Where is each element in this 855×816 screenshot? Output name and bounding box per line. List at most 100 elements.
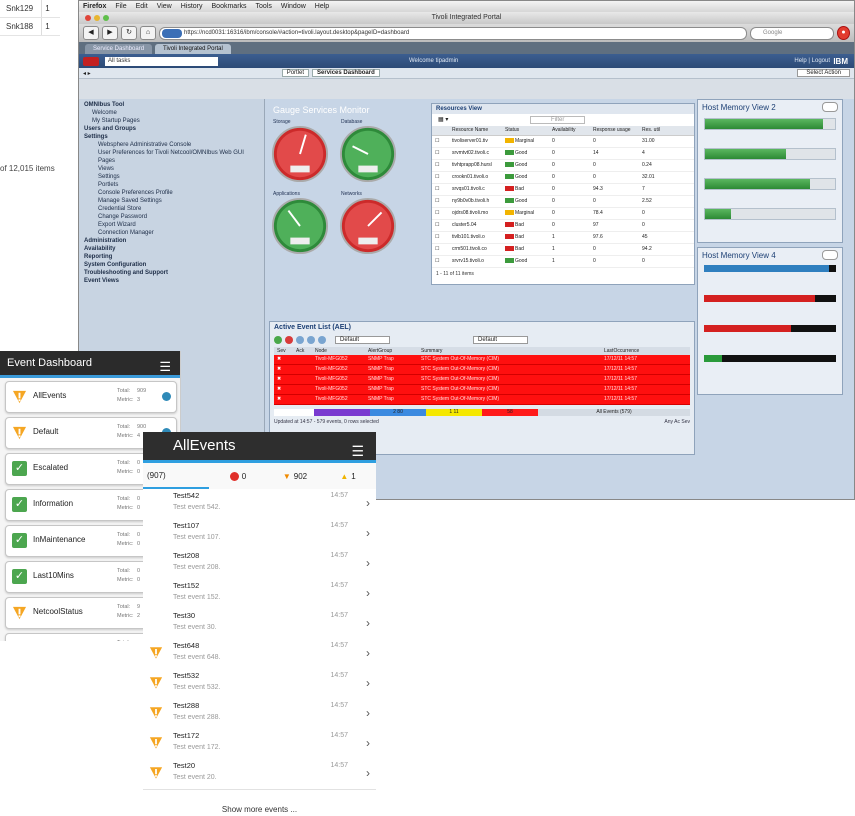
close-window-button[interactable] xyxy=(85,15,91,21)
column-header[interactable]: Node xyxy=(312,347,365,355)
menu-item[interactable]: Firefox xyxy=(83,3,106,10)
dropdown-icon[interactable] xyxy=(822,250,838,260)
show-more-link[interactable]: Show more events ... xyxy=(143,805,376,814)
event-row[interactable]: ✖ Tivoli-MFG052 SNMP Trap STC System Out-Of… xyxy=(274,385,690,395)
search-icon[interactable] xyxy=(318,336,326,344)
row-checkbox[interactable]: ☐ xyxy=(432,244,449,255)
nav-item[interactable]: Event Views xyxy=(84,277,259,285)
minimize-window-button[interactable] xyxy=(94,15,100,21)
table-row[interactable]: ☐ ojdrs08.tivoli.mo Marginal 0 78.4 0 xyxy=(432,208,694,220)
nav-item[interactable]: Settings xyxy=(84,173,259,181)
view-select[interactable]: All tasks xyxy=(105,56,218,66)
table-row[interactable]: ☐ tivoliserver01.tiv Marginal 0 0 31.00 xyxy=(432,136,694,148)
grid-icon[interactable]: ▦ ▾ xyxy=(438,117,448,123)
event-row[interactable]: ✖ Tivoli-MFG052 SNMP Trap STC System Out-Of… xyxy=(274,375,690,385)
list-item[interactable]: Test648 Test event 648. 14:57 › xyxy=(143,639,376,670)
event-row[interactable]: ✖ Tivoli-MFG052 SNMP Trap STC System Out-Of… xyxy=(274,365,690,375)
severity-segment[interactable]: 58 xyxy=(482,409,538,416)
column-header[interactable]: Availability xyxy=(549,126,590,135)
event-row[interactable]: ✖ Tivoli-MFG052 SNMP Trap STC System Out-Of… xyxy=(274,395,690,405)
row-checkbox[interactable]: ☐ xyxy=(432,148,449,159)
nav-item[interactable]: Manage Saved Settings xyxy=(84,197,259,205)
home-icon[interactable]: ⌂ xyxy=(140,26,156,40)
column-header[interactable]: Resource Name xyxy=(449,126,502,135)
portal-tab[interactable]: Portlet xyxy=(281,69,310,77)
menu-item[interactable]: File xyxy=(115,3,126,10)
dashboard-card[interactable]: AllEvents Total: 909 Metric: 3 xyxy=(5,381,177,413)
zoom-window-button[interactable] xyxy=(103,15,109,21)
row-checkbox[interactable]: ☐ xyxy=(432,160,449,171)
severity-segment[interactable]: All Events (579) xyxy=(538,409,690,416)
help-links[interactable]: Help | Logout xyxy=(794,58,830,64)
stop-icon[interactable] xyxy=(285,336,293,344)
list-item[interactable]: Test208 Test event 208. 14:57 › xyxy=(143,549,376,580)
nav-item[interactable]: User Preferences for Tivoli Netcool/OMNI… xyxy=(84,149,259,157)
table-row[interactable]: ☐ srvrv15.tivoli.o Good 1 0 0 xyxy=(432,256,694,268)
row-checkbox[interactable]: ☐ xyxy=(432,208,449,219)
table-row[interactable]: ☐ cluster5.04 Bad 0 97 0 xyxy=(432,220,694,232)
nav-item[interactable]: Views xyxy=(84,165,259,173)
stop-icon[interactable]: ● xyxy=(837,26,850,40)
severity-segment[interactable] xyxy=(314,409,370,416)
list-item[interactable]: Test20 Test event 20. 14:57 › xyxy=(143,759,376,790)
nav-item[interactable]: Reporting xyxy=(84,253,259,261)
nav-item[interactable]: Administration xyxy=(84,237,259,245)
list-item[interactable]: Test542 Test event 542. 14:57 › xyxy=(143,489,376,520)
row-checkbox[interactable]: ☐ xyxy=(432,196,449,207)
nav-item[interactable]: OMNIbus Tool xyxy=(84,101,259,109)
column-header[interactable]: Response usage xyxy=(590,126,639,135)
nav-item[interactable]: My Startup Pages xyxy=(84,117,259,125)
menu-item[interactable]: Window xyxy=(281,3,306,10)
list-item[interactable]: Test107 Test event 107. 14:57 › xyxy=(143,519,376,550)
severity-segment[interactable]: 2 80 xyxy=(370,409,426,416)
nav-item[interactable]: Connection Manager xyxy=(84,229,259,237)
menu-item[interactable]: View xyxy=(157,3,172,10)
list-item[interactable]: Test288 Test event 288. 14:57 › xyxy=(143,699,376,730)
menu-item[interactable]: Tools xyxy=(256,3,272,10)
column-header[interactable] xyxy=(432,126,449,135)
refresh-icon[interactable] xyxy=(274,336,282,344)
select-action[interactable]: Select Action xyxy=(797,69,850,77)
nav-item[interactable]: Websphere Administrative Console xyxy=(84,141,259,149)
column-header[interactable]: Sev xyxy=(274,347,293,355)
sheet-row[interactable]: Snk188 1 xyxy=(0,18,60,36)
portal-tab[interactable]: Services Dashboard xyxy=(312,69,380,77)
row-checkbox[interactable]: ☐ xyxy=(432,256,449,267)
view-button[interactable] xyxy=(83,56,99,66)
row-checkbox[interactable]: ☐ xyxy=(432,232,449,243)
collapse-icon[interactable]: ◂ ▸ xyxy=(83,70,91,77)
table-row[interactable]: ☐ srvmtvt02.tivoli.c Good 0 14 4 xyxy=(432,148,694,160)
tab-minor[interactable]: ▲ 1 xyxy=(323,472,373,481)
menu-item[interactable]: Bookmarks xyxy=(212,3,247,10)
table-row[interactable]: ☐ crookn01.tivoli.o Good 0 0 32.01 xyxy=(432,172,694,184)
table-row[interactable]: ☐ ny9b0v0b.tivoli.h Good 0 0 2.52 xyxy=(432,196,694,208)
nav-item[interactable]: Console Preferences Profile xyxy=(84,189,259,197)
search-input[interactable]: Google xyxy=(750,26,834,40)
column-header[interactable]: Summary xyxy=(418,347,601,355)
table-row[interactable]: ☐ crm501.tivoli.co Bad 1 0 94.2 xyxy=(432,244,694,256)
menu-icon[interactable]: ☰ xyxy=(351,437,364,465)
event-row[interactable]: ✖ Tivoli-MFG052 SNMP Trap STC System Out-Of… xyxy=(274,355,690,365)
table-row[interactable]: ☐ tivlb101.tivoli.o Bad 1 97.6 45 xyxy=(432,232,694,244)
nav-item[interactable]: Welcome xyxy=(84,109,259,117)
dropdown-icon[interactable] xyxy=(822,102,838,112)
filter-input[interactable]: Filter xyxy=(530,116,586,124)
list-item[interactable]: Test30 Test event 30. 14:57 › xyxy=(143,609,376,640)
view-select[interactable]: Default xyxy=(473,336,529,344)
menu-item[interactable]: History xyxy=(181,3,203,10)
nav-item[interactable]: Portlets xyxy=(84,181,259,189)
column-header[interactable]: Res. util xyxy=(639,126,678,135)
reload-icon[interactable]: ↻ xyxy=(121,26,137,40)
row-checkbox[interactable]: ☐ xyxy=(432,172,449,183)
forward-icon[interactable]: ▶ xyxy=(102,26,118,40)
nav-item[interactable]: Users and Groups xyxy=(84,125,259,133)
nav-item[interactable]: Troubleshooting and Support xyxy=(84,269,259,277)
filter-select[interactable]: Default xyxy=(335,336,391,344)
tab-major[interactable]: ▼ 902 xyxy=(267,472,323,481)
nav-item[interactable]: Availability xyxy=(84,245,259,253)
sheet-row[interactable]: Snk129 1 xyxy=(0,0,60,18)
tab-all[interactable]: (907) xyxy=(143,463,209,489)
nav-item[interactable]: Settings xyxy=(84,133,259,141)
row-checkbox[interactable]: ☐ xyxy=(432,184,449,195)
url-bar[interactable]: https://ncd0031:16316/ibm/console/#actio… xyxy=(159,26,747,40)
